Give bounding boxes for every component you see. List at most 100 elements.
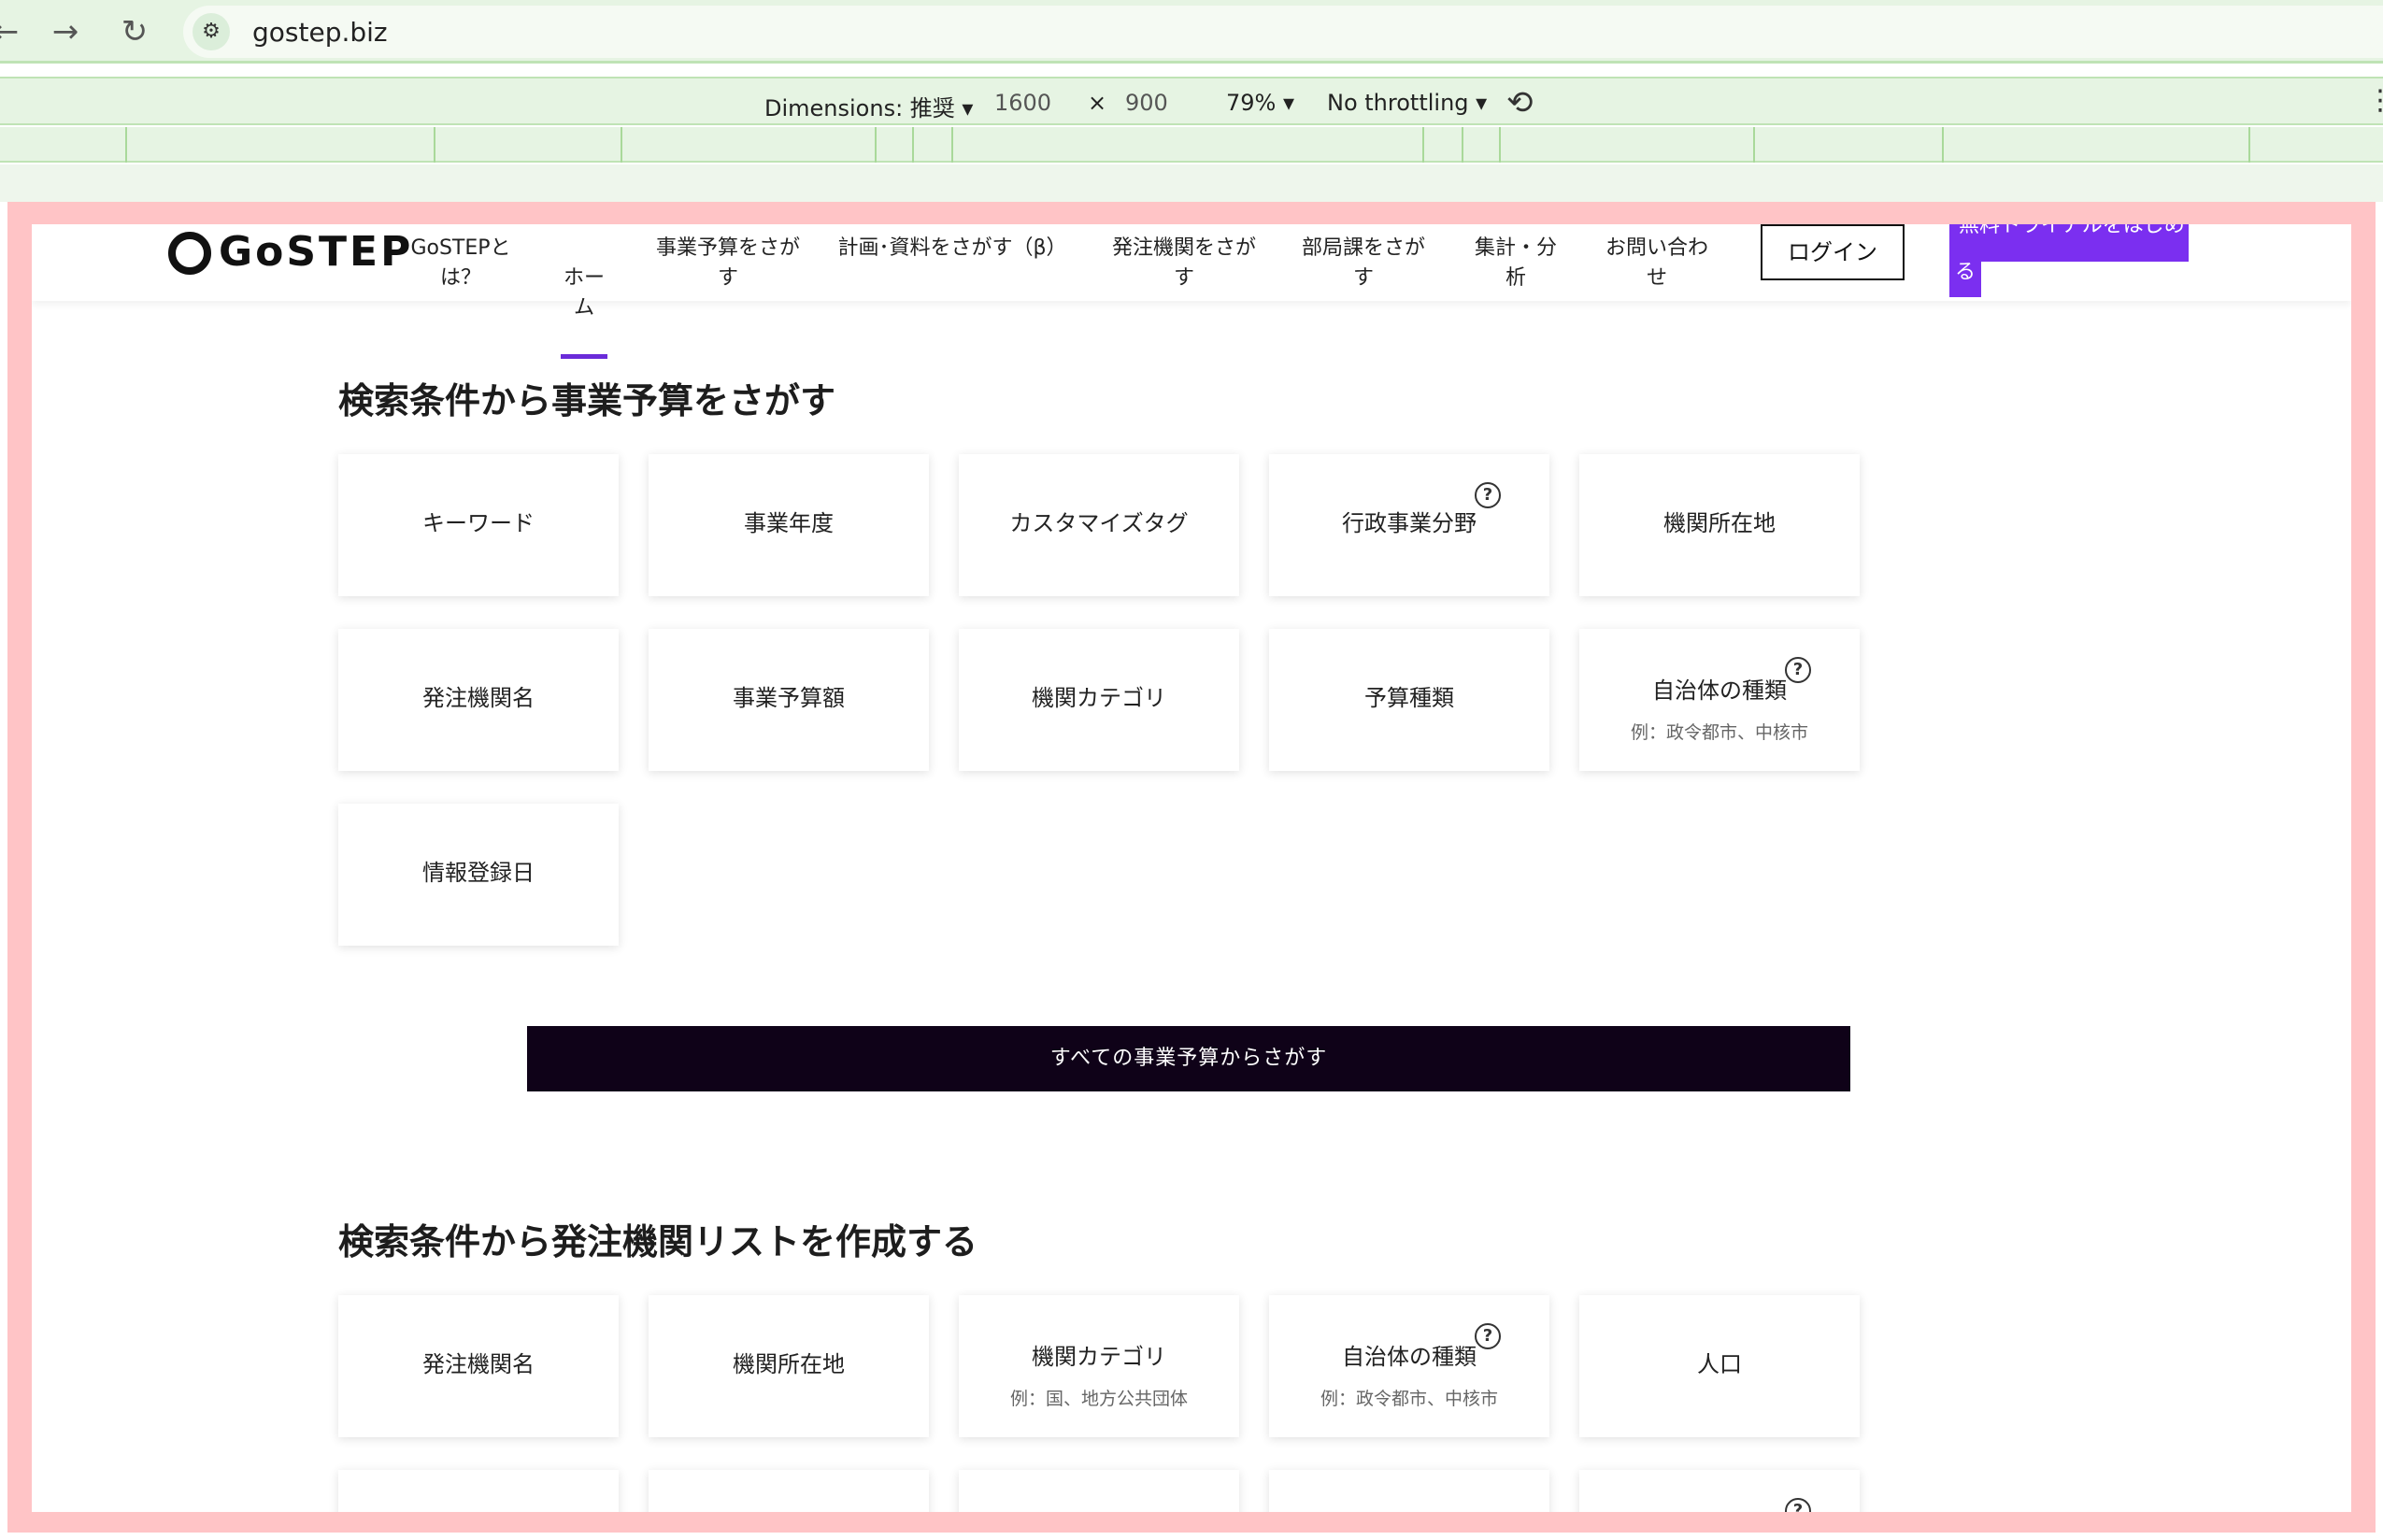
agency-card-budget-scale[interactable]: 機関予算規模 bbox=[959, 1470, 1239, 1533]
dimensions-select[interactable]: Dimensions: 推奨 ▾ bbox=[764, 90, 973, 122]
card-label: キーワード bbox=[422, 510, 535, 536]
card-label: カスタマイズタグ bbox=[1009, 510, 1189, 536]
card-label: 情報登録日 bbox=[422, 860, 535, 886]
filter-card-keyword[interactable]: キーワード bbox=[338, 454, 619, 596]
ruler-tick bbox=[951, 127, 953, 163]
card-label: 予算種類 bbox=[1364, 685, 1454, 711]
section-title-budget-search: 検索条件から事業予算をさがす bbox=[338, 380, 836, 421]
agency-card-staff[interactable]: 職員数 bbox=[649, 1470, 929, 1533]
browser-toolbar: ← → ↻ ⚙ gostep.biz bbox=[0, 0, 2383, 64]
nav-about[interactable]: GoSTEPと は？ bbox=[409, 234, 512, 293]
filter-card-custom-tag[interactable]: カスタマイズタグ bbox=[959, 454, 1239, 596]
nav-home-label: ホー ム bbox=[563, 266, 605, 320]
nav-home[interactable]: ホー ム bbox=[561, 234, 607, 359]
card-label: 発注機関名 bbox=[422, 1351, 535, 1377]
back-icon[interactable]: ← bbox=[0, 13, 24, 50]
emulated-viewport: GoSTEP GoSTEPと は？ ホー ム 事業予算をさが す 計画･資料をさ… bbox=[7, 202, 2376, 1533]
throttling-select[interactable]: No throttling ▾ bbox=[1327, 90, 1487, 116]
help-icon[interactable]: ? bbox=[1475, 482, 1501, 508]
free-trial-label-line1: 無料トライアルをはじめ bbox=[1949, 224, 2189, 262]
ruler-tick bbox=[875, 127, 877, 163]
ruler-tick bbox=[1499, 127, 1501, 163]
agency-card-households[interactable]: 世帯数 bbox=[338, 1470, 619, 1533]
zoom-select[interactable]: 79% ▾ bbox=[1226, 90, 1294, 116]
card-label: 機関カテゴリ bbox=[1032, 685, 1166, 711]
logo-mark-icon bbox=[168, 232, 211, 275]
agency-card-municipality-type[interactable]: 自治体の種類 例：政令都市、中核市 ? bbox=[1269, 1295, 1549, 1437]
free-trial-label-line2: る bbox=[1949, 262, 1981, 297]
ruler-tick bbox=[125, 127, 127, 163]
card-label: 自治体の種類 bbox=[1342, 1344, 1477, 1370]
address-bar[interactable]: ⚙ gostep.biz bbox=[183, 6, 2383, 58]
ruler-tick bbox=[1422, 127, 1424, 163]
filter-card-agency-name[interactable]: 発注機関名 bbox=[338, 629, 619, 771]
ruler-tick bbox=[2248, 127, 2250, 163]
card-label: 事業年度 bbox=[744, 510, 834, 536]
nav-contact[interactable]: お問い合わ せ bbox=[1602, 234, 1712, 293]
card-label: 世帯数 bbox=[338, 1520, 619, 1533]
help-icon[interactable]: ? bbox=[1475, 1323, 1501, 1349]
card-label: 職員数 bbox=[649, 1520, 929, 1533]
width-input[interactable]: 1600 bbox=[994, 90, 1051, 116]
nav-analytics[interactable]: 集計・分 析 bbox=[1471, 234, 1561, 293]
search-all-budgets-button[interactable]: すべての事業予算からさがす bbox=[527, 1026, 1850, 1091]
toolbar-gap bbox=[0, 164, 2383, 202]
card-label: 行政事業分野 bbox=[1342, 510, 1477, 536]
agency-card-category[interactable]: 機関カテゴリ 例：国、地方公共団体 bbox=[959, 1295, 1239, 1437]
filter-card-budget-type[interactable]: 予算種類 bbox=[1269, 629, 1549, 771]
ruler-tick bbox=[912, 127, 914, 163]
card-label: 発注機関名 bbox=[422, 685, 535, 711]
card-example: 例：政令都市、中核市 bbox=[1630, 722, 1808, 743]
card-example: 例：政令都市、中核市 bbox=[1320, 1389, 1498, 1409]
card-label: 機関予算規模 bbox=[959, 1520, 1239, 1533]
card-example: 例：国、地方公共団体 bbox=[1009, 1389, 1188, 1409]
agency-card-admin-field[interactable]: 行政事業分野 ? bbox=[1579, 1470, 1860, 1533]
nav-search-departments[interactable]: 部局課をさが す bbox=[1299, 234, 1428, 293]
logo-text: GoSTEP bbox=[219, 228, 414, 276]
help-icon[interactable]: ? bbox=[1785, 657, 1811, 683]
nav-active-indicator bbox=[561, 354, 607, 359]
nav-search-plans[interactable]: 計画･資料をさがす（β） bbox=[837, 234, 1067, 264]
ruler-tick bbox=[621, 127, 622, 163]
card-label: 機関所在地 bbox=[733, 1351, 845, 1377]
site-header: GoSTEP GoSTEPと は？ ホー ム 事業予算をさが す 計画･資料をさ… bbox=[32, 224, 2351, 359]
card-label: 行政事業分野 bbox=[1579, 1520, 1860, 1533]
url-text: gostep.biz bbox=[252, 17, 388, 48]
card-label: 事業予算額 bbox=[733, 685, 845, 711]
filter-card-agency-location[interactable]: 機関所在地 bbox=[1579, 454, 1860, 596]
card-label: 首長の氏名 bbox=[1269, 1520, 1549, 1533]
card-label: 機関カテゴリ bbox=[1032, 1344, 1166, 1370]
card-label: 人口 bbox=[1697, 1351, 1742, 1377]
filter-card-municipality-type[interactable]: 自治体の種類 例：政令都市、中核市 ? bbox=[1579, 629, 1860, 771]
login-button[interactable]: ログイン bbox=[1761, 224, 1905, 280]
filter-card-agency-category[interactable]: 機関カテゴリ bbox=[959, 629, 1239, 771]
media-query-ruler bbox=[0, 127, 2383, 163]
ruler-tick bbox=[1942, 127, 1944, 163]
agency-card-mayor-name[interactable]: 首長の氏名 bbox=[1269, 1470, 1549, 1533]
more-icon[interactable]: ⋮ bbox=[2366, 84, 2383, 117]
site-info-icon[interactable]: ⚙ bbox=[193, 13, 230, 50]
ruler-tick bbox=[1462, 127, 1463, 163]
ruler-tick bbox=[1753, 127, 1755, 163]
filter-card-admin-field[interactable]: 行政事業分野 ? bbox=[1269, 454, 1549, 596]
ruler-tick bbox=[434, 127, 435, 163]
card-label: 機関所在地 bbox=[1663, 510, 1776, 536]
height-input[interactable]: 900 bbox=[1125, 90, 1168, 116]
free-trial-button[interactable]: 無料トライアルをはじめ る bbox=[1949, 224, 2189, 297]
filter-card-budget-amount[interactable]: 事業予算額 bbox=[649, 629, 929, 771]
agency-card-population[interactable]: 人口 bbox=[1579, 1295, 1860, 1437]
agency-card-location[interactable]: 機関所在地 bbox=[649, 1295, 929, 1437]
rotate-icon[interactable]: ⟲ bbox=[1506, 84, 1534, 121]
card-label: 自治体の種類 bbox=[1652, 677, 1787, 704]
times-glyph: × bbox=[1088, 90, 1107, 116]
filter-card-registration-date[interactable]: 情報登録日 bbox=[338, 804, 619, 946]
help-icon[interactable]: ? bbox=[1785, 1498, 1811, 1512]
filter-card-fiscal-year[interactable]: 事業年度 bbox=[649, 454, 929, 596]
nav-search-agencies[interactable]: 発注機関をさが す bbox=[1108, 234, 1260, 293]
device-toolbar: Dimensions: 推奨 ▾ 1600 × 900 79% ▾ No thr… bbox=[0, 77, 2383, 125]
reload-icon[interactable]: ↻ bbox=[116, 13, 153, 50]
agency-card-agency-name[interactable]: 発注機関名 bbox=[338, 1295, 619, 1437]
section-title-agency-list: 検索条件から発注機関リストを作成する bbox=[338, 1221, 978, 1262]
nav-search-budgets[interactable]: 事業予算をさが す bbox=[652, 234, 804, 293]
forward-icon[interactable]: → bbox=[47, 13, 84, 50]
